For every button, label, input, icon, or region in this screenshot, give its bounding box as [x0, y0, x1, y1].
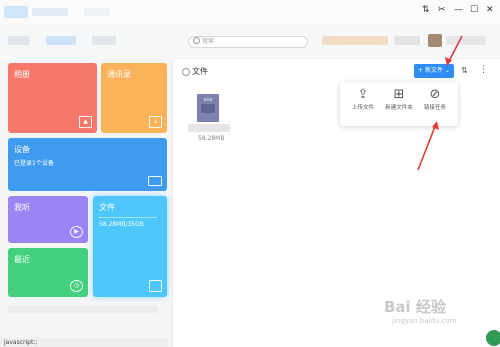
menu-item-label: 链接任务: [423, 105, 446, 111]
nav-item-blurred[interactable]: [46, 36, 76, 45]
more-icon[interactable]: ⋮: [479, 65, 488, 75]
avatar[interactable]: [428, 34, 442, 47]
watermark-logo: Bai 经验: [384, 298, 446, 316]
title-bar: ⇅ ✂ — ☐ ✕: [0, 0, 500, 24]
select-all-radio[interactable]: [182, 68, 190, 76]
search-icon: [193, 37, 200, 44]
menu-item-upload[interactable]: ⇪ 上传文件: [344, 86, 382, 122]
file-icon[interactable]: exe: [197, 94, 219, 122]
user-info-blurred[interactable]: [322, 36, 388, 45]
tile-album[interactable]: 相册 ▲: [8, 63, 97, 133]
menu-item-new-folder[interactable]: ⊞ 新建文件夹: [380, 86, 418, 122]
scissors-icon[interactable]: ✂: [438, 4, 446, 16]
tile-wode[interactable]: 我听 ▶: [8, 196, 88, 243]
tile-devices-subtitle: 已登录1个设备: [14, 160, 54, 167]
image-icon: ▲: [79, 116, 92, 128]
tile-album-title: 相册: [14, 70, 30, 79]
file-name-blurred[interactable]: [188, 124, 230, 132]
new-file-dropdown: ⇪ 上传文件 ⊞ 新建文件夹 ⊘ 链接任务: [340, 82, 458, 126]
maximize-button[interactable]: ☐: [470, 4, 478, 16]
app-logo-blurred: [4, 6, 28, 18]
new-file-button[interactable]: + 新文件 ⌄: [414, 64, 454, 78]
sort-toggle-icon[interactable]: ⇅: [422, 4, 430, 16]
clock-icon: ◷: [70, 280, 83, 292]
app-name-blurred: [32, 8, 68, 16]
tile-recent-title: 最近: [14, 255, 30, 264]
tile-files-title: 文件: [99, 203, 115, 212]
tile-devices-title: 设备: [14, 145, 30, 154]
folder-icon: [149, 280, 162, 292]
storage-bar-fill: [99, 217, 100, 218]
blurred-footer: [8, 305, 158, 313]
minimize-button[interactable]: —: [454, 4, 463, 16]
nav-item-blurred[interactable]: [92, 36, 116, 45]
close-button[interactable]: ✕: [486, 4, 494, 16]
panel-divider: [172, 60, 173, 347]
link-icon: ⊘: [429, 87, 441, 102]
tile-contacts[interactable]: 通讯录 ↓: [101, 63, 167, 133]
play-icon: ▶: [70, 226, 83, 238]
file-size: 58.28MB: [198, 135, 225, 142]
menu-item-label: 上传文件: [351, 105, 374, 111]
tile-devices[interactable]: 设备 已登录1个设备: [8, 138, 167, 191]
file-preview: [201, 104, 215, 113]
search-input[interactable]: 搜索: [188, 36, 308, 48]
tile-wode-title: 我听: [14, 203, 30, 212]
watermark-url: jingyan.baidu.com: [392, 317, 457, 325]
tile-contacts-title: 通讯录: [107, 70, 131, 79]
menu-item-label: 新建文件夹: [385, 105, 413, 111]
menu-item-link-task[interactable]: ⊘ 链接任务: [416, 86, 454, 122]
page-title: 文件: [192, 67, 208, 76]
tile-recent[interactable]: 最近 ◷: [8, 248, 88, 297]
tile-files[interactable]: 文件 58.28MB/35GB: [93, 196, 167, 297]
tab-blurred: [84, 8, 110, 16]
new-folder-icon: ⊞: [393, 87, 405, 102]
arrow-to-link-task: [417, 123, 437, 171]
file-ext: exe: [203, 97, 213, 103]
monitor-icon: [148, 176, 162, 186]
download-icon: ↓: [149, 116, 162, 128]
user-name-blurred[interactable]: [394, 36, 420, 45]
user-extra-blurred: [446, 36, 486, 45]
upload-icon: ⇪: [357, 87, 369, 102]
status-bar: javascript:;: [0, 338, 168, 347]
search-placeholder: 搜索: [202, 38, 215, 45]
sort-icon[interactable]: ⇅: [461, 66, 468, 75]
storage-bar: [99, 217, 157, 218]
nav-item-blurred[interactable]: [8, 36, 30, 45]
watermark-badge: [486, 330, 500, 346]
tile-files-subtitle: 58.28MB/35GB: [99, 221, 144, 228]
